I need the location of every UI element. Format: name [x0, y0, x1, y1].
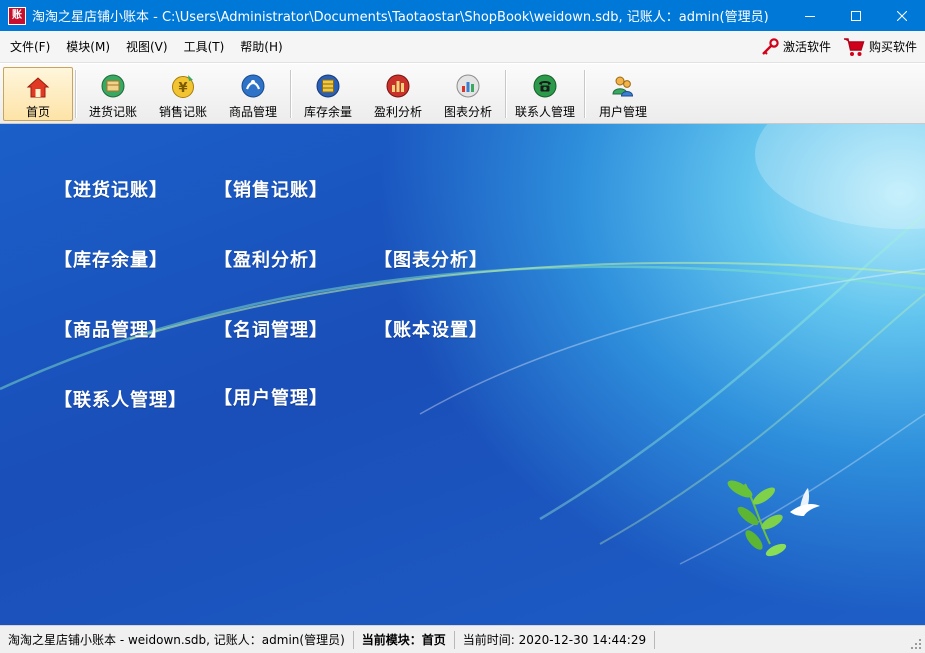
toolbar-users-label: 用户管理 [598, 105, 647, 119]
toolbar-users-button[interactable]: 用户管理 [587, 67, 659, 121]
activate-software-button[interactable]: 激活软件 [755, 37, 837, 56]
toolbar-profit-button[interactable]: 盈利分析 [363, 67, 433, 121]
minimize-icon [805, 15, 815, 17]
link-goods-management[interactable]: 【商品管理】 [54, 316, 168, 342]
home-icon [24, 73, 52, 100]
toolbar-contacts-label: 联系人管理 [514, 105, 575, 119]
menu-view[interactable]: 视图(V) [118, 31, 176, 63]
svg-text:¥: ¥ [178, 81, 187, 96]
activate-label: 激活软件 [782, 40, 831, 54]
leaf-sprig-icon [727, 480, 787, 557]
toolbar-home-button[interactable]: 首页 [3, 67, 73, 121]
menu-bar: 文件(F) 模块(M) 视图(V) 工具(T) 帮助(H) 激活软件 购买软件 [0, 31, 925, 63]
toolbar-stock-label: 库存余量 [303, 105, 352, 119]
close-icon [897, 10, 907, 21]
goods-icon [239, 72, 267, 100]
minimize-button[interactable] [787, 0, 833, 31]
menu-help[interactable]: 帮助(H) [232, 31, 290, 63]
toolbar-goods-label: 商品管理 [228, 105, 277, 119]
users-icon [609, 72, 637, 100]
buy-software-button[interactable]: 购买软件 [837, 36, 923, 58]
toolbar-separator [290, 70, 291, 118]
key-icon [762, 37, 779, 55]
maximize-icon [851, 10, 861, 21]
toolbar-purchase-label: 进货记账 [88, 105, 137, 119]
status-file-info: 淘淘之星店铺小账本 - weidown.sdb, 记账人：admin(管理员) [8, 633, 345, 647]
status-separator [654, 630, 656, 649]
window-title: 淘淘之星店铺小账本 - C:\Users\Administrator\Docum… [32, 10, 769, 25]
status-module-label: 当前模块： [361, 633, 422, 647]
status-module-value: 首页 [421, 633, 446, 647]
toolbar-separator [505, 70, 506, 118]
toolbar-goods-button[interactable]: 商品管理 [218, 67, 288, 121]
profit-icon [384, 72, 412, 100]
purchase-icon [99, 72, 127, 100]
cart-icon [843, 37, 865, 56]
toolbar-chart-label: 图表分析 [443, 105, 492, 119]
toolbar-stock-button[interactable]: 库存余量 [293, 67, 363, 121]
toolbar-chart-button[interactable]: 图表分析 [433, 67, 503, 121]
menu-module[interactable]: 模块(M) [58, 31, 118, 63]
menu-right-group: 激活软件 购买软件 [755, 31, 925, 63]
link-chart-analysis[interactable]: 【图表分析】 [374, 246, 488, 272]
app-icon: 账 [8, 6, 26, 25]
toolbar-purchase-button[interactable]: 进货记账 [78, 67, 148, 121]
toolbar-home-label: 首页 [25, 105, 50, 119]
status-current-module: 当前模块：首页 [354, 631, 454, 648]
window-controls [787, 0, 925, 31]
link-contacts-management[interactable]: 【联系人管理】 [54, 386, 187, 412]
chart-icon [454, 72, 482, 100]
title-bar: 账 淘淘之星店铺小账本 - C:\Users\Administrator\Doc… [0, 0, 925, 31]
maximize-button[interactable] [833, 0, 879, 31]
toolbar-contacts-button[interactable]: 联系人管理 [508, 67, 582, 121]
contacts-icon [531, 72, 559, 100]
menu-file[interactable]: 文件(F) [0, 31, 58, 63]
toolbar: 首页 进货记账 ¥ 销售记账 商品管理 库存余量 盈利分析 图表分析 联系人管理… [0, 64, 925, 124]
sales-icon: ¥ [169, 72, 197, 100]
status-bar: 淘淘之星店铺小账本 - weidown.sdb, 记账人：admin(管理员) … [0, 625, 925, 653]
main-content: 【进货记账】 【销售记账】 【库存余量】 【盈利分析】 【图表分析】 【商品管理… [0, 124, 925, 625]
status-current-time: 当前时间: 2020-12-30 14:44:29 [455, 631, 654, 648]
buy-label: 购买软件 [868, 40, 917, 54]
link-profit-analysis[interactable]: 【盈利分析】 [214, 246, 328, 272]
toolbar-separator [75, 70, 76, 118]
stock-icon [314, 72, 342, 100]
status-time-label: 当前时间: [462, 633, 515, 647]
toolbar-sales-button[interactable]: ¥ 销售记账 [148, 67, 218, 121]
dove-icon [790, 488, 820, 516]
link-sales-record[interactable]: 【销售记账】 [214, 176, 328, 202]
link-ledger-settings[interactable]: 【账本设置】 [374, 316, 488, 342]
toolbar-sales-label: 销售记账 [158, 105, 207, 119]
toolbar-separator [584, 70, 585, 118]
link-user-management[interactable]: 【用户管理】 [214, 384, 328, 410]
toolbar-profit-label: 盈利分析 [373, 105, 422, 119]
status-time-value: 2020-12-30 14:44:29 [518, 633, 647, 647]
link-stock[interactable]: 【库存余量】 [54, 246, 168, 272]
link-purchase-record[interactable]: 【进货记账】 [54, 176, 168, 202]
resize-grip-icon[interactable] [910, 638, 922, 650]
close-button[interactable] [879, 0, 925, 31]
menu-tools[interactable]: 工具(T) [176, 31, 233, 63]
link-term-management[interactable]: 【名词管理】 [214, 316, 328, 342]
